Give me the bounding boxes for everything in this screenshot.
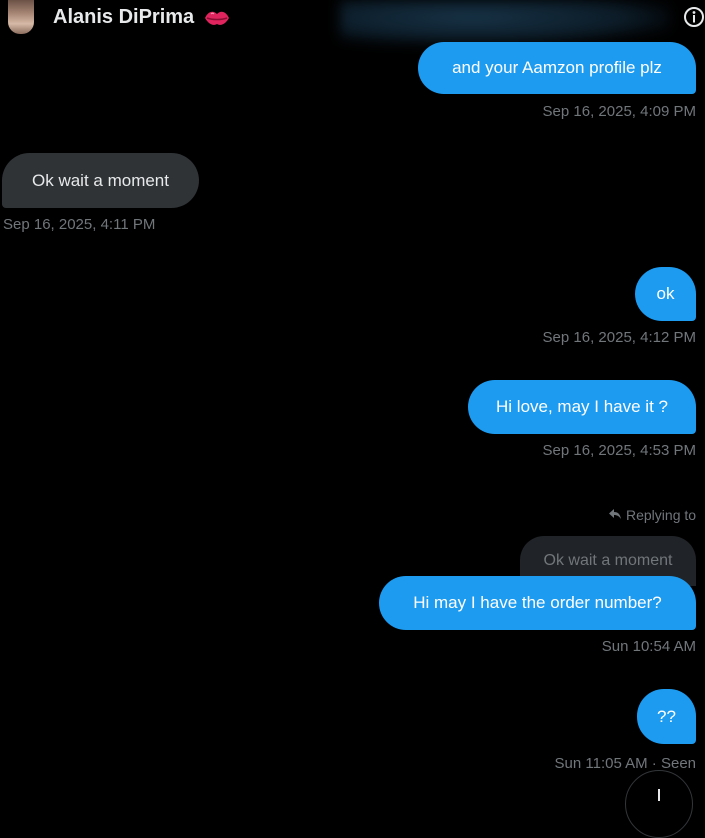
contact-name[interactable]: Alanis DiPrima: [53, 6, 194, 29]
message-bubble-outgoing[interactable]: Hi love, may I have it ?: [468, 380, 696, 434]
avatar[interactable]: [8, 0, 34, 34]
quoted-message-text: Ok wait a moment: [543, 552, 673, 569]
message-text: ??: [657, 706, 676, 726]
message-bubble-outgoing[interactable]: and your Aamzon profile plz: [418, 42, 696, 94]
message-timestamp: Sep 16, 2025, 4:11 PM: [3, 216, 156, 233]
message-bubble-outgoing[interactable]: Hi may I have the order number?: [379, 576, 696, 630]
conversation-header: Alanis DiPrima: [0, 0, 705, 44]
scroll-to-bottom-button[interactable]: [625, 770, 693, 838]
message-timestamp: Sep 16, 2025, 4:09 PM: [542, 103, 696, 120]
kiss-lips-icon: [205, 11, 229, 25]
message-timestamp: Sep 16, 2025, 4:53 PM: [542, 442, 696, 459]
message-bubble-outgoing[interactable]: ??: [637, 689, 696, 744]
message-text: and your Aamzon profile plz: [452, 58, 662, 77]
info-icon[interactable]: [683, 6, 705, 28]
message-bubble-incoming[interactable]: Ok wait a moment: [2, 153, 199, 208]
message-timestamp: Sun 10:54 AM: [601, 638, 696, 655]
message-timestamp: Sep 16, 2025, 4:12 PM: [542, 329, 696, 346]
arrow-down-icon: [658, 789, 660, 801]
message-text: ok: [656, 284, 675, 303]
message-text: Hi love, may I have it ?: [496, 397, 668, 416]
message-text: Hi may I have the order number?: [413, 593, 662, 612]
reply-arrow-icon: [609, 509, 621, 519]
header-blur-overlay: [340, 0, 670, 44]
message-bubble-outgoing[interactable]: ok: [635, 267, 696, 321]
message-timestamp: Sun 11:05 AM · Seen: [554, 755, 696, 772]
message-text: Ok wait a moment: [32, 170, 169, 190]
replying-to-label: Replying to: [626, 507, 697, 523]
